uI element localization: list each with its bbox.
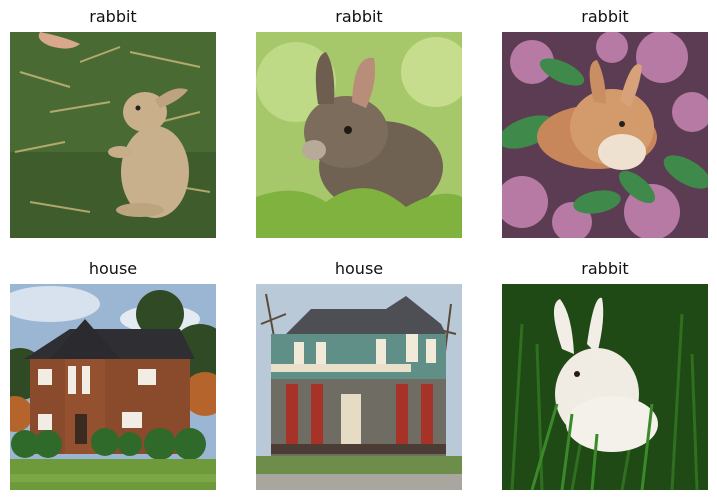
image-rabbit-standing xyxy=(10,32,216,238)
image-rabbit-cottontail xyxy=(256,32,462,238)
image-rabbit-lilac xyxy=(502,32,708,238)
image-rabbit-white xyxy=(502,284,708,490)
image-brick-house xyxy=(10,284,216,490)
image-victorian-house xyxy=(256,284,462,490)
